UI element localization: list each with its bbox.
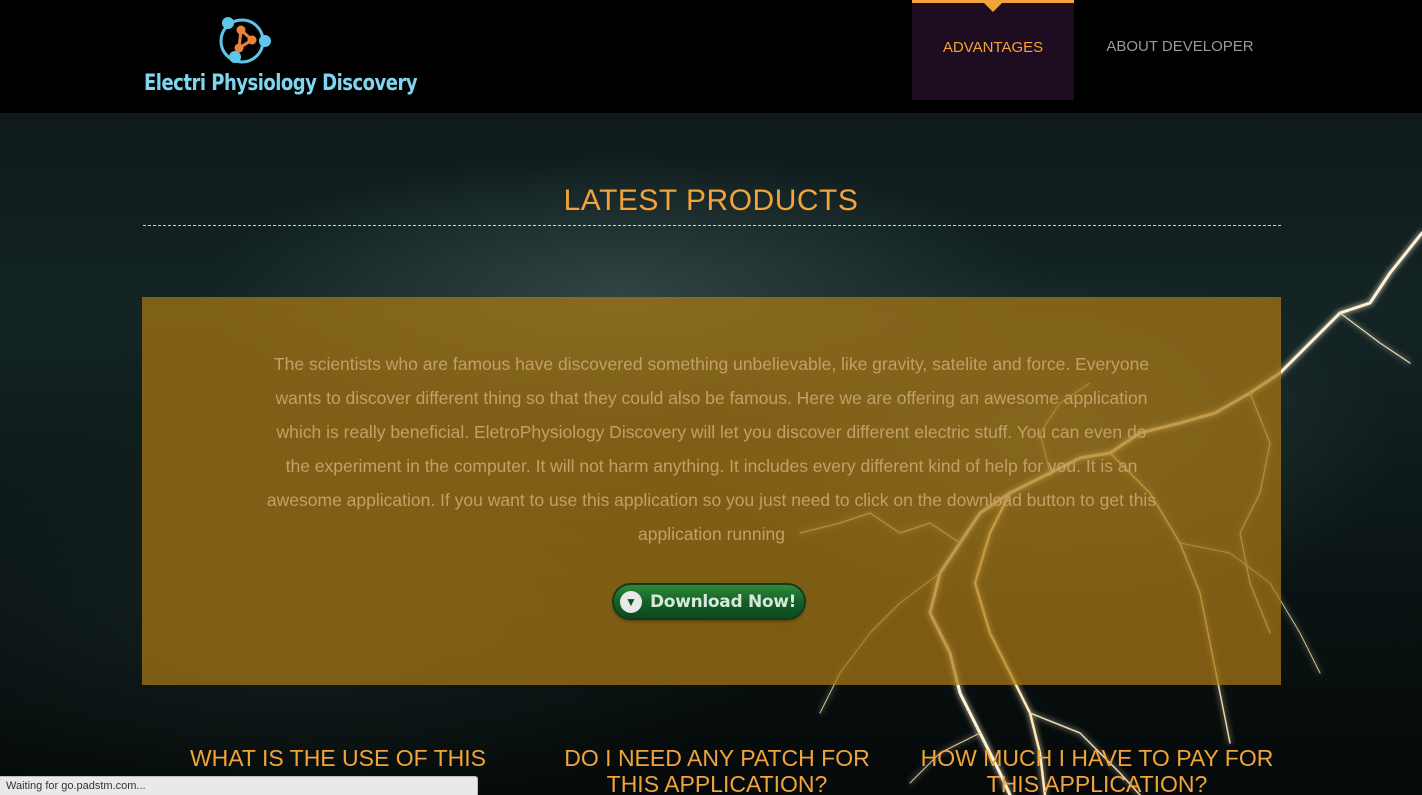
nav-about-developer-label: ABOUT DEVELOPER xyxy=(1106,37,1254,55)
section-title: LATEST PRODUCTS xyxy=(563,184,859,217)
main-nav: ADVANTAGES ABOUT DEVELOPER xyxy=(912,0,1286,100)
hero-section: LATEST PRODUCTS The scientists who are f… xyxy=(0,113,1422,795)
atom-logo-icon xyxy=(219,17,271,64)
site-header: Electri Physiology Discovery ADVANTAGES … xyxy=(0,0,1422,113)
browser-status-bar: Waiting for go.padstm.com... xyxy=(0,776,478,795)
nav-advantages-label: ADVANTAGES xyxy=(942,39,1044,56)
active-caret-icon xyxy=(984,3,1002,12)
download-button[interactable]: ▼ Download Now! xyxy=(614,585,804,618)
download-arrow-icon: ▼ xyxy=(620,590,642,613)
product-description: The scientists who are famous have disco… xyxy=(266,354,1157,544)
faq-title-patch: DO I NEED ANY PATCH FOR THIS APPLICATION… xyxy=(564,745,870,795)
product-panel: The scientists who are famous have disco… xyxy=(142,297,1281,685)
nav-about-developer[interactable]: ABOUT DEVELOPER xyxy=(1074,0,1286,100)
download-button-label: Download Now! xyxy=(650,591,797,612)
faq-title-pay: HOW MUCH I HAVE TO PAY FOR THIS APPLICAT… xyxy=(920,745,1274,795)
faq-title-use: WHAT IS THE USE OF THIS xyxy=(189,745,487,771)
page: Electri Physiology Discovery ADVANTAGES … xyxy=(0,0,1422,795)
title-divider xyxy=(143,225,1281,226)
logo-text: Electri Physiology Discovery xyxy=(144,70,418,97)
nav-advantages[interactable]: ADVANTAGES xyxy=(912,0,1074,100)
site-logo[interactable]: Electri Physiology Discovery xyxy=(144,12,418,102)
